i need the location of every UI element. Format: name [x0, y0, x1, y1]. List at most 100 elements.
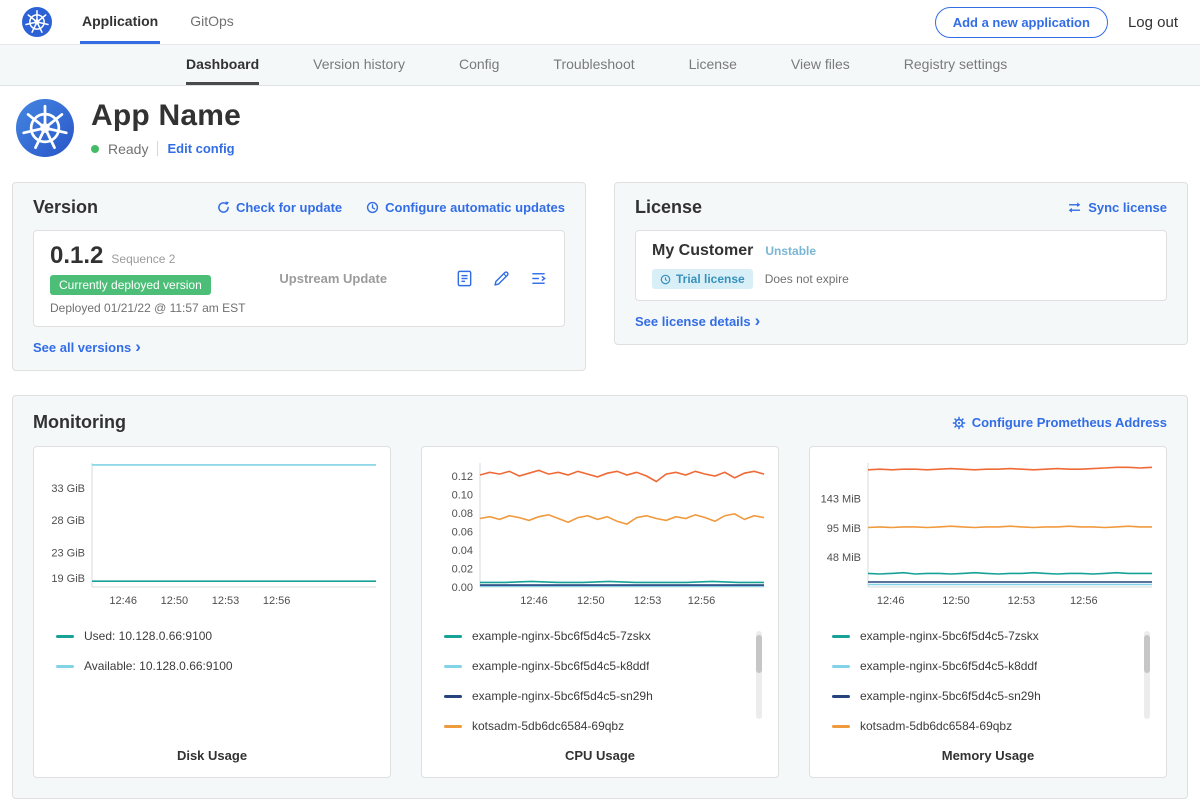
- x-tick-label: 12:53: [212, 595, 240, 607]
- legend-scrollbar[interactable]: [1144, 631, 1150, 719]
- check-for-update-link[interactable]: Check for update: [217, 200, 342, 215]
- customer-name: My Customer: [652, 242, 753, 260]
- legend-item: example-nginx-5bc6f5d4c5-k8ddf: [444, 659, 746, 673]
- divider: [157, 141, 158, 156]
- y-tick-label: 48 MiB: [827, 552, 861, 564]
- upstream-update-label: Upstream Update: [279, 271, 387, 286]
- cpu-usage-plot: 0.120.100.080.060.040.020.0012:4612:5012…: [428, 455, 772, 616]
- refresh-icon: [217, 201, 230, 214]
- tab-dashboard[interactable]: Dashboard: [186, 45, 259, 85]
- x-tick-label: 12:46: [877, 595, 905, 607]
- release-notes-icon[interactable]: [455, 269, 474, 288]
- configure-auto-updates-label: Configure automatic updates: [385, 200, 565, 215]
- series-line: [868, 467, 1152, 470]
- y-tick-label: 0.04: [452, 545, 473, 557]
- see-all-versions-label: See all versions: [33, 340, 131, 355]
- app-header: App Name Ready Edit config: [0, 86, 1200, 172]
- legend-item: kotsadm-5db6dc6584-69qbz: [444, 719, 746, 733]
- edit-config-link[interactable]: Edit config: [167, 141, 234, 156]
- legend-marker: [56, 665, 74, 668]
- license-channel: Unstable: [765, 244, 816, 258]
- series-line: [480, 470, 764, 481]
- trial-license-label: Trial license: [676, 272, 745, 286]
- see-all-versions-link[interactable]: See all versions ›: [33, 339, 141, 356]
- license-card-title: License: [635, 197, 702, 218]
- legend-label: example-nginx-5bc6f5d4c5-sn29h: [472, 689, 653, 703]
- legend-item: example-nginx-5bc6f5d4c5-k8ddf: [832, 659, 1134, 673]
- x-tick-label: 12:46: [109, 595, 137, 607]
- x-tick-label: 12:56: [1070, 595, 1098, 607]
- legend-item: Used: 10.128.0.66:9100: [56, 629, 358, 643]
- series-line: [480, 514, 764, 524]
- logout-link[interactable]: Log out: [1128, 14, 1178, 31]
- tab-license[interactable]: License: [689, 45, 737, 85]
- deploy-logs-icon[interactable]: [529, 269, 548, 288]
- y-tick-label: 0.06: [452, 526, 473, 538]
- memory-usage-chart-card: 143 MiB95 MiB48 MiB12:4612:5012:5312:56 …: [809, 446, 1167, 778]
- license-panel: My Customer Unstable Trial license Does …: [635, 230, 1167, 301]
- kubernetes-logo-icon[interactable]: [22, 0, 52, 44]
- x-tick-label: 12:56: [263, 595, 291, 607]
- legend-marker: [444, 725, 462, 728]
- tab-registry-settings[interactable]: Registry settings: [904, 45, 1007, 85]
- y-tick-label: 0.08: [452, 508, 473, 520]
- y-tick-label: 28 GiB: [51, 515, 85, 527]
- configure-auto-updates-link[interactable]: Configure automatic updates: [366, 200, 565, 215]
- legend-scrollbar-thumb[interactable]: [1144, 635, 1150, 673]
- tab-application[interactable]: Application: [80, 0, 160, 44]
- legend-scrollbar-thumb[interactable]: [756, 635, 762, 673]
- version-number: 0.1.2: [50, 242, 103, 270]
- x-tick-label: 12:50: [161, 595, 189, 607]
- legend-item: example-nginx-5bc6f5d4c5-sn29h: [444, 689, 746, 703]
- memory-usage-plot: 143 MiB95 MiB48 MiB12:4612:5012:5312:56: [816, 455, 1160, 616]
- y-tick-label: 33 GiB: [51, 483, 85, 495]
- tab-gitops[interactable]: GitOps: [188, 0, 236, 44]
- legend-marker: [444, 695, 462, 698]
- y-tick-label: 0.10: [452, 489, 473, 501]
- y-tick-label: 143 MiB: [821, 493, 861, 505]
- tab-config[interactable]: Config: [459, 45, 499, 85]
- legend-marker: [832, 725, 850, 728]
- page-title: App Name: [91, 99, 241, 134]
- legend-marker: [832, 695, 850, 698]
- sync-license-label: Sync license: [1088, 200, 1167, 215]
- configure-prometheus-link[interactable]: Configure Prometheus Address: [952, 415, 1167, 430]
- chart-svg: 143 MiB95 MiB48 MiB12:4612:5012:5312:56: [816, 455, 1160, 613]
- gear-icon: [952, 416, 966, 430]
- chart-title: CPU Usage: [428, 748, 772, 763]
- sync-license-link[interactable]: Sync license: [1067, 200, 1167, 215]
- legend-marker: [444, 635, 462, 638]
- tab-view-files[interactable]: View files: [791, 45, 850, 85]
- add-application-button[interactable]: Add a new application: [935, 7, 1108, 38]
- x-tick-label: 12:56: [688, 595, 716, 607]
- legend-scrollbar[interactable]: [756, 631, 762, 719]
- legend-marker: [832, 665, 850, 668]
- license-card: License Sync license My Customer Unstabl…: [614, 182, 1188, 345]
- see-license-details-link[interactable]: See license details ›: [635, 313, 760, 330]
- y-tick-label: 95 MiB: [827, 523, 861, 535]
- series-line: [868, 573, 1152, 574]
- edit-config-icon[interactable]: [492, 269, 511, 288]
- x-tick-label: 12:50: [942, 595, 970, 607]
- trial-license-badge: Trial license: [652, 269, 753, 289]
- legend-label: Available: 10.128.0.66:9100: [84, 659, 233, 673]
- series-line: [480, 581, 764, 582]
- sync-icon: [1067, 201, 1082, 214]
- chevron-right-icon: ›: [135, 338, 141, 355]
- disk-usage-legend: Used: 10.128.0.66:9100 Available: 10.128.…: [56, 629, 384, 673]
- tab-troubleshoot[interactable]: Troubleshoot: [553, 45, 634, 85]
- deployed-version-badge: Currently deployed version: [50, 275, 211, 295]
- app-icon: [16, 99, 74, 157]
- version-card-title: Version: [33, 197, 98, 218]
- y-tick-label: 0.12: [452, 471, 473, 483]
- current-version-panel: 0.1.2 Sequence 2 Currently deployed vers…: [33, 230, 565, 327]
- chart-title: Disk Usage: [40, 748, 384, 763]
- legend-label: Used: 10.128.0.66:9100: [84, 629, 212, 643]
- configure-prometheus-label: Configure Prometheus Address: [972, 415, 1167, 430]
- monitoring-section: Monitoring Con: [12, 395, 1188, 799]
- legend-label: example-nginx-5bc6f5d4c5-k8ddf: [860, 659, 1037, 673]
- license-expiration: Does not expire: [765, 272, 849, 286]
- tab-version-history[interactable]: Version history: [313, 45, 405, 85]
- legend-label: example-nginx-5bc6f5d4c5-7zskx: [860, 629, 1039, 643]
- legend-label: example-nginx-5bc6f5d4c5-7zskx: [472, 629, 651, 643]
